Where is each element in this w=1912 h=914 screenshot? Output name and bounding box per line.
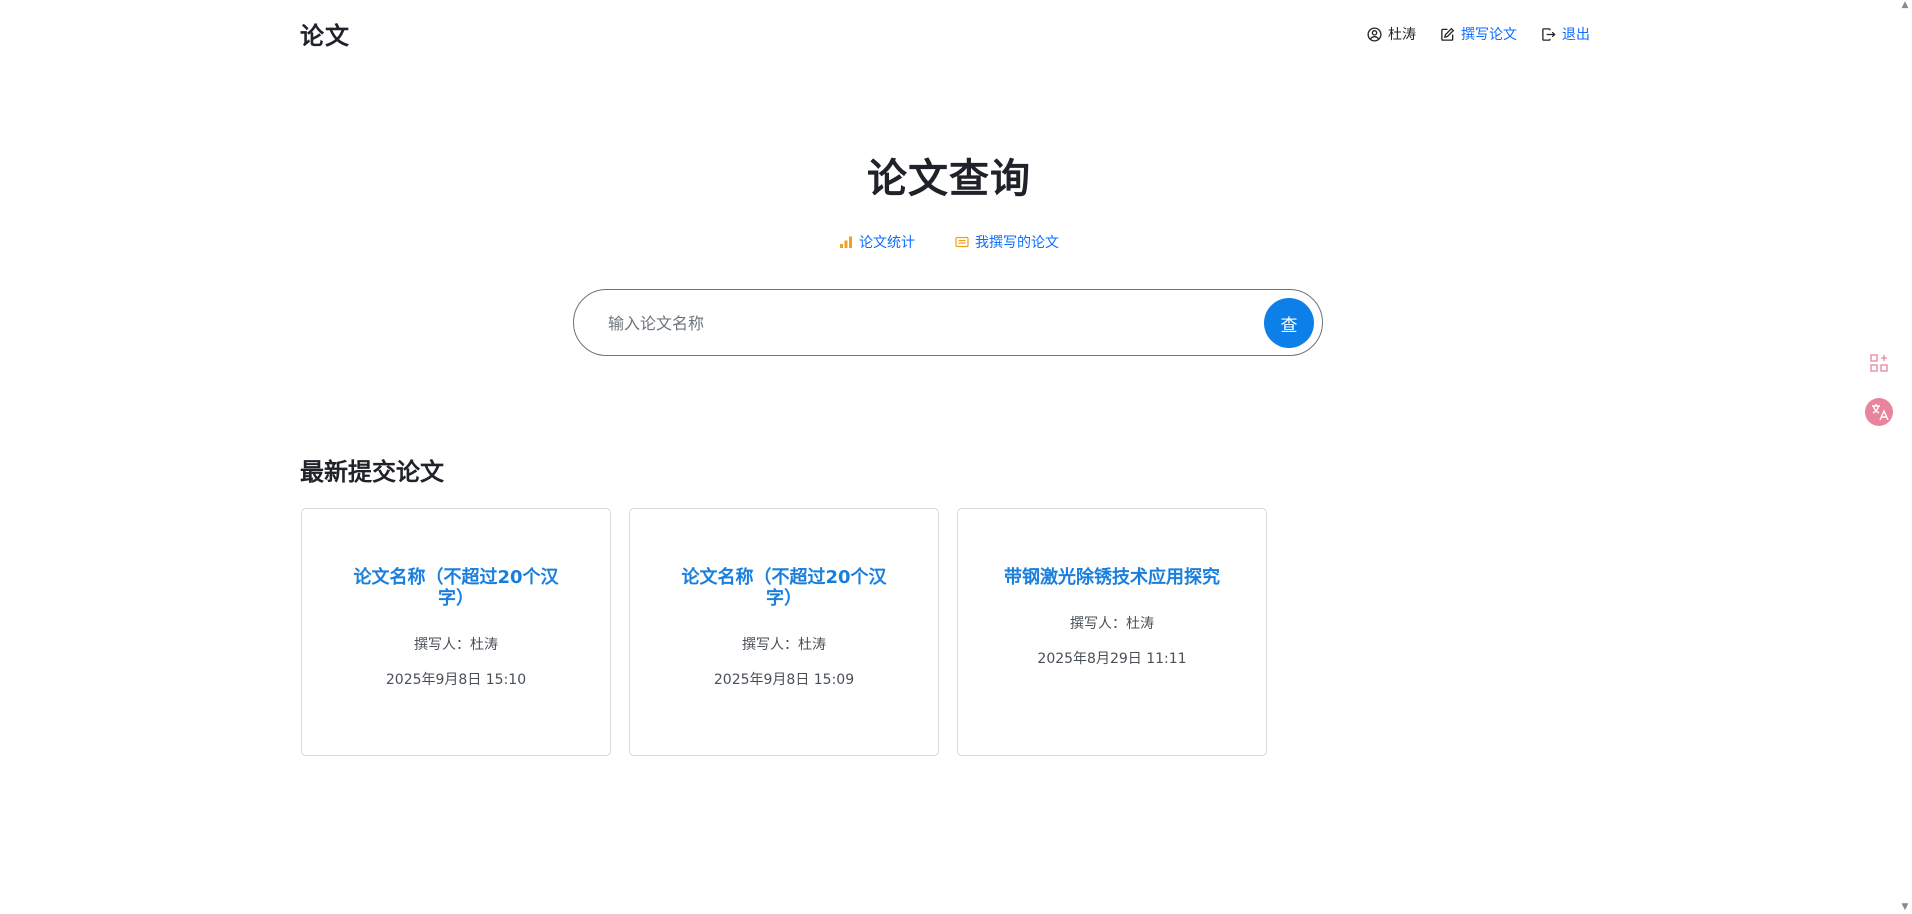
paper-card-author: 撰写人：杜涛: [742, 637, 826, 653]
paper-card-author: 撰写人：杜涛: [414, 637, 498, 653]
paper-card-date: 2025年8月29日 11:11: [1037, 651, 1187, 667]
apps-add-icon[interactable]: [1868, 352, 1890, 374]
paper-card[interactable]: 论文名称（不超过20个汉字） 撰写人：杜涛 2025年9月8日 15:10: [301, 508, 611, 756]
search-button[interactable]: 查: [1264, 298, 1314, 348]
paper-card[interactable]: 带钢激光除锈技术应用探究 撰写人：杜涛 2025年8月29日 11:11: [957, 508, 1267, 756]
nav-write-paper[interactable]: 撰写论文: [1440, 24, 1517, 44]
search-input[interactable]: [606, 290, 1230, 357]
card-text-icon: [955, 235, 969, 249]
paper-card-title[interactable]: 带钢激光除锈技术应用探究: [1002, 567, 1222, 588]
search-box: 查: [573, 289, 1323, 357]
paper-card[interactable]: 论文名称（不超过20个汉字） 撰写人：杜涛 2025年9月8日 15:09: [629, 508, 939, 756]
translate-icon[interactable]: [1864, 397, 1894, 427]
paper-card-date: 2025年9月8日 15:10: [385, 672, 527, 688]
paper-card-date: 2025年9月8日 15:09: [713, 672, 855, 688]
my-papers-label: 我撰写的论文: [975, 235, 1059, 251]
paper-card-list: 论文名称（不超过20个汉字） 撰写人：杜涛 2025年9月8日 15:10 论文…: [301, 508, 1267, 756]
paper-card-title[interactable]: 论文名称（不超过20个汉字）: [674, 567, 894, 609]
scroll-down-arrow-icon[interactable]: ▼: [1900, 902, 1910, 912]
page: 论文 杜涛 撰写论文 退出 论文查询 论文统计 我撰写的论文 输入论文名称 查 …: [0, 0, 1912, 914]
person-circle-icon: [1367, 26, 1382, 42]
brand-logo[interactable]: 论文: [300, 16, 350, 51]
nav-logout-label: 退出: [1562, 27, 1590, 43]
top-nav: 杜涛 撰写论文 退出: [1367, 24, 1590, 44]
box-arrow-right-icon: [1541, 27, 1556, 42]
paper-card-title[interactable]: 论文名称（不超过20个汉字）: [346, 567, 566, 609]
paper-card-author: 撰写人：杜涛: [1070, 616, 1154, 632]
nav-user[interactable]: 杜涛: [1367, 24, 1416, 44]
pencil-square-icon: [1440, 27, 1455, 42]
paper-stats-link[interactable]: 论文统计: [839, 232, 915, 252]
latest-papers-heading: 最新提交论文: [300, 458, 444, 486]
nav-write-label: 撰写论文: [1461, 27, 1517, 43]
nav-logout[interactable]: 退出: [1541, 24, 1590, 44]
my-papers-link[interactable]: 我撰写的论文: [955, 232, 1059, 252]
nav-user-name: 杜涛: [1388, 27, 1416, 43]
paper-stats-label: 论文统计: [859, 235, 915, 251]
quick-links: 论文统计 我撰写的论文: [0, 232, 1898, 252]
bar-chart-icon: [839, 235, 853, 249]
page-title: 论文查询: [867, 156, 1031, 202]
scroll-up-arrow-icon[interactable]: ▲: [1900, 0, 1910, 10]
